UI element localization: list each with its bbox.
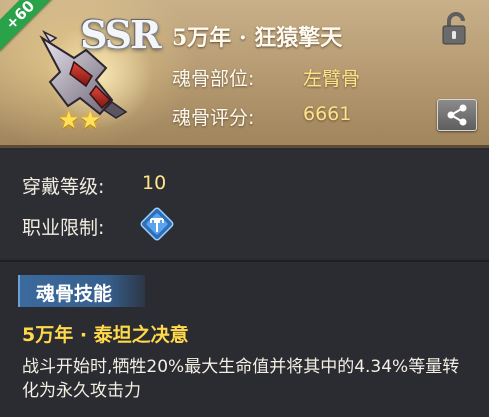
share-button[interactable] <box>437 99 477 131</box>
equip-level-value: 10 <box>142 172 167 194</box>
class-restriction-label: 职业限制: <box>22 217 105 239</box>
class-restriction-icon[interactable] <box>140 207 174 241</box>
star-icon: ★ <box>58 106 80 134</box>
skill-description: 战斗开始时,牺牲20%最大生命值并将其中的4.34%等量转化为永久攻击力 <box>22 357 460 401</box>
skill-section-header: 魂骨技能 <box>18 275 145 307</box>
item-title: 5万年 · 狂猿擎天 <box>172 25 343 51</box>
bone-score-value: 6661 <box>303 103 352 125</box>
item-header: SSR ★★ 5万年 · 狂猿擎天 魂骨部位: 左臂骨 魂骨评分: 6661 <box>0 0 489 148</box>
equip-level-label: 穿戴等级: <box>22 176 105 198</box>
bone-score-label: 魂骨评分: <box>172 107 255 129</box>
star-icon: ★ <box>79 106 102 134</box>
share-icon <box>447 104 467 126</box>
section-divider <box>0 260 489 262</box>
skill-name: 5万年 · 泰坦之决意 <box>22 324 189 346</box>
item-details: 穿戴等级: 10 职业限制: <box>0 150 489 258</box>
bone-score-row: 魂骨评分: 6661 <box>172 103 351 130</box>
soul-bone-card: SSR ★★ 5万年 · 狂猿擎天 魂骨部位: 左臂骨 魂骨评分: 6661 +… <box>0 0 489 417</box>
rarity-badge: SSR <box>80 12 162 57</box>
star-rating: ★★ <box>58 106 101 134</box>
bone-slot-row: 魂骨部位: 左臂骨 <box>172 64 360 91</box>
bone-slot-value: 左臂骨 <box>303 68 361 90</box>
skill-section-title: 魂骨技能 <box>36 283 113 305</box>
unlock-icon[interactable] <box>441 12 469 46</box>
bone-slot-label: 魂骨部位: <box>172 68 255 90</box>
